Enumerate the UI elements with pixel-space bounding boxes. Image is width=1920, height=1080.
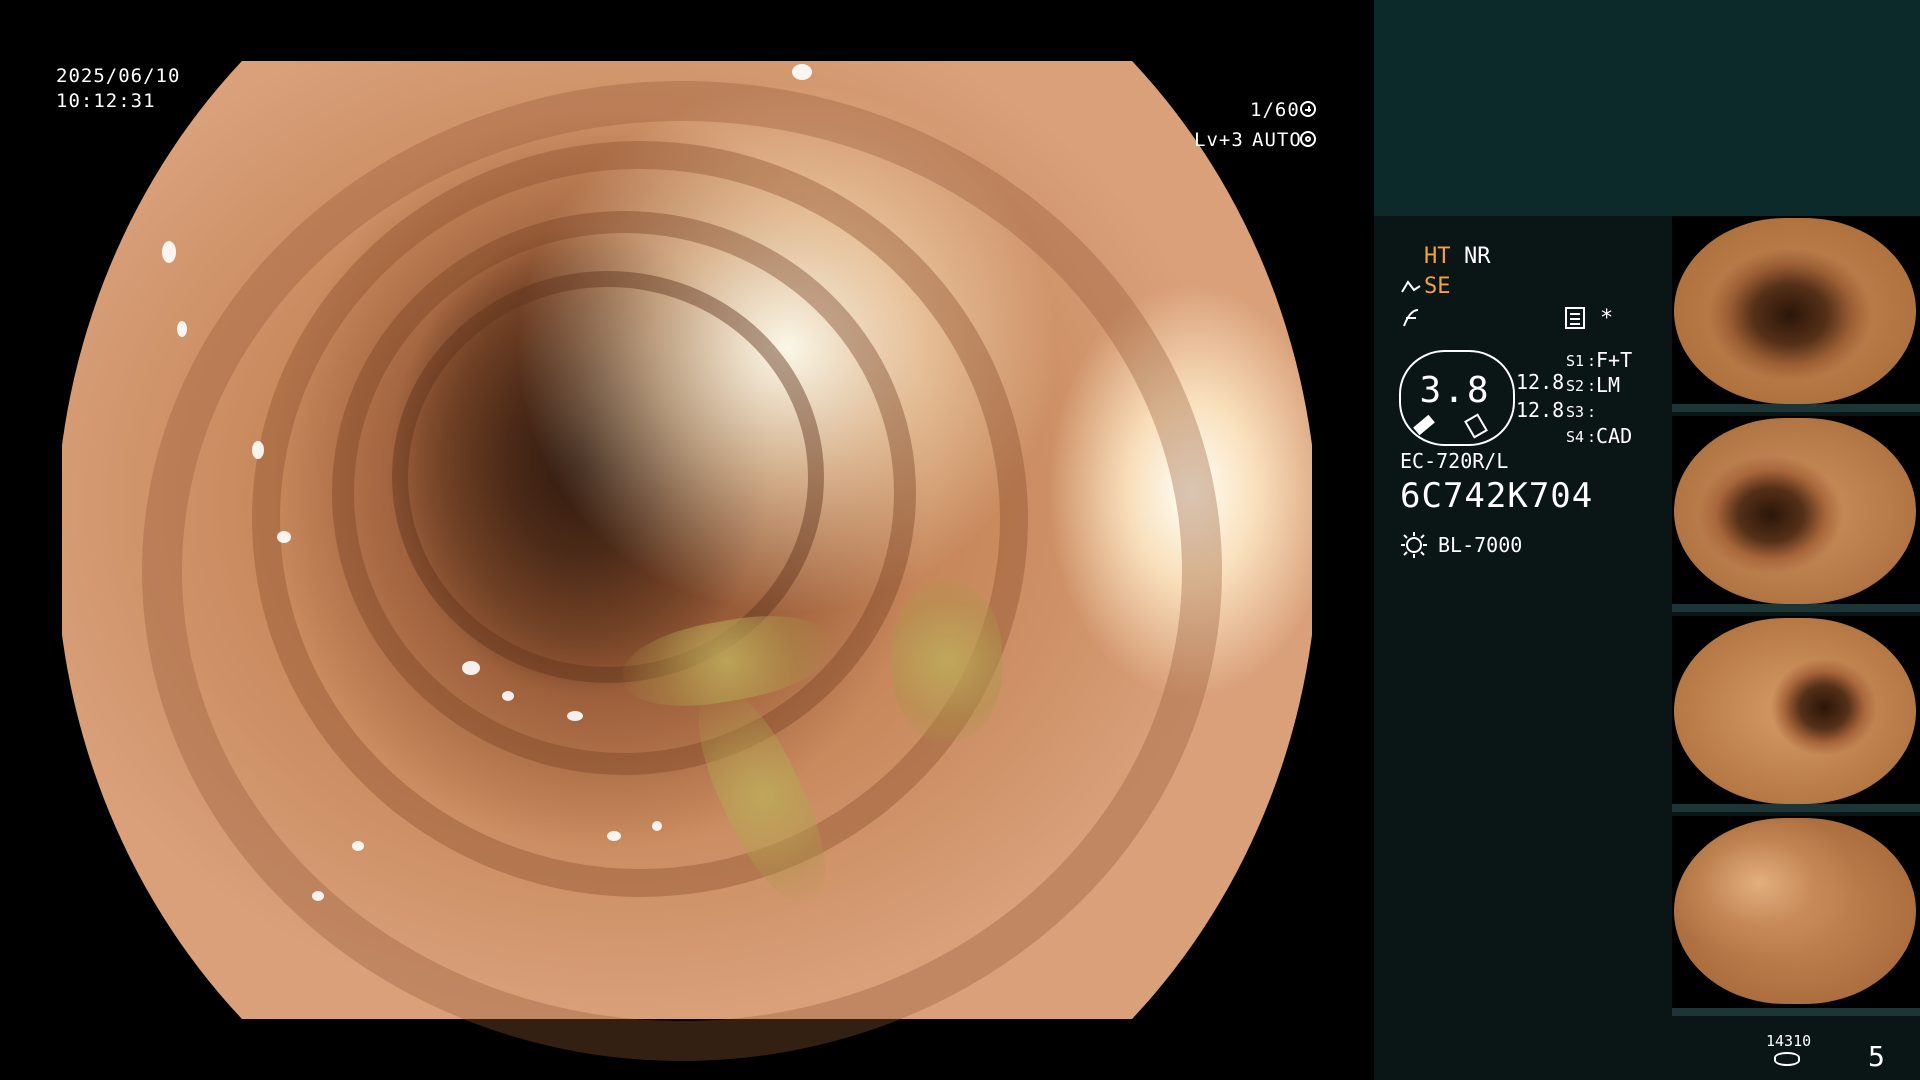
aperture-icon [1300,101,1316,117]
settings-icon [1565,307,1585,329]
s4-value: CAD [1596,424,1633,448]
thumbnail-bar [1672,404,1920,412]
s2-value: LM [1596,373,1621,397]
exam-date: 2025/06/10 [56,65,181,87]
thumbnail[interactable] [1672,816,1920,1016]
scope-model: EC-720R/L [1400,449,1509,473]
s4-colon: : [1587,428,1597,446]
ht-indicator: HT [1424,244,1451,269]
endoscope-view [62,61,1312,1061]
thumbnail-image [1674,218,1916,404]
exam-time: 10:12:31 [56,90,156,112]
thumbnail-image [1674,818,1916,1004]
gauge-left-value: 12.8 [1516,370,1565,394]
thumbnail[interactable] [1672,416,1920,612]
frame-number: 5 [1868,1040,1885,1073]
specular-glare [792,64,812,80]
specular-glare [277,531,291,543]
s4-label: S4 [1566,428,1585,446]
stool-residue [892,581,1002,741]
s1-colon: : [1587,352,1597,370]
thumbnail-bar [1672,804,1920,812]
exposure-mode: AUTO [1252,129,1302,151]
panel-header [1374,0,1920,216]
se-indicator: SE [1424,274,1451,299]
nr-indicator: NR [1464,244,1491,269]
s3-label: S3 [1566,403,1585,421]
shutter-speed: 1/60 [1250,99,1300,121]
specular-glare [607,831,621,841]
f-icon [1400,306,1422,328]
specular-glare [352,841,364,851]
specular-glare [567,711,583,721]
specular-glare [462,661,480,675]
brightness-level: Lv+3 [1194,129,1244,151]
scope-serial: 6C742K704 [1400,476,1594,516]
thumbnail-image [1674,418,1916,604]
star-indicator: * [1600,306,1614,331]
s1-label: S1 [1566,352,1585,370]
thumbnail[interactable] [1672,216,1920,412]
storage-count: 14310 [1766,1032,1812,1050]
s1-value: F+T [1596,348,1633,372]
specular-glare [162,241,176,263]
storage-icon [1774,1052,1800,1066]
specular-glare [177,321,187,337]
thumbnail-bar [1672,604,1920,612]
thumbnail[interactable] [1672,616,1920,812]
specular-glare [502,691,514,701]
gauge-value: 3.8 [1419,370,1491,411]
endoscope-icon [1400,278,1422,296]
specular-glare [252,441,264,459]
specular-glare [312,891,324,901]
thumbnail-bar [1672,1008,1920,1016]
target-icon [1300,131,1316,147]
thumbnail-image [1674,618,1916,804]
s3-colon: : [1587,403,1597,421]
specular-glare [652,821,662,831]
light-source-icon [1400,531,1428,559]
s2-colon: : [1587,377,1597,395]
s2-label: S2 [1566,377,1585,395]
gauge-right-value: 12.8 [1516,398,1565,422]
light-source-model: BL-7000 [1438,533,1523,557]
